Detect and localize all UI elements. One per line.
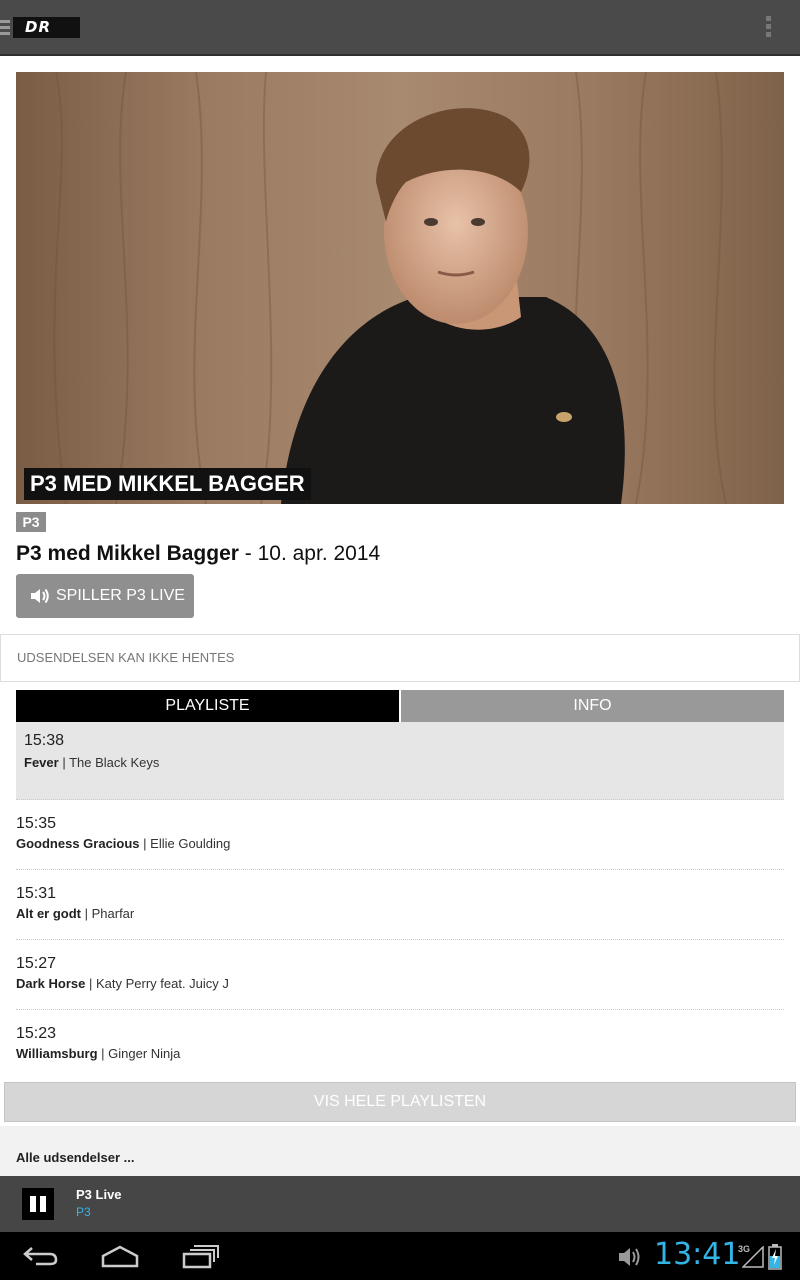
separator: | (58, 755, 70, 770)
playlist-time: 15:31 (16, 885, 57, 902)
pause-icon[interactable] (22, 1188, 54, 1220)
playlist-item[interactable]: 15:38 Fever | The Black Keys (16, 722, 784, 800)
playlist-item[interactable]: 15:27 Dark Horse | Katy Perry feat. Juic… (16, 940, 784, 1010)
song-artist: The Black Keys (69, 755, 160, 770)
show-title: P3 med Mikkel Bagger - 10. apr. 2014 (16, 542, 380, 566)
all-shows-link[interactable]: Alle udsendelser ... (0, 1126, 800, 1176)
playlist-song: Fever | The Black Keys (24, 755, 159, 770)
playlist-time: 15:38 (24, 732, 65, 749)
network-type: 3G (738, 1244, 751, 1254)
hero-caption: P3 MED MIKKEL BAGGER (24, 468, 311, 500)
playlist-time: 15:23 (16, 1025, 57, 1042)
song-title: Williamsburg (16, 1046, 98, 1061)
player-subtitle: P3 (76, 1205, 91, 1219)
channel-badge: P3 (16, 512, 46, 532)
playlist-song: Dark Horse | Katy Perry feat. Juicy J (16, 976, 229, 991)
song-title: Fever (24, 755, 59, 770)
volume-icon (619, 1248, 640, 1266)
speaker-icon (31, 588, 49, 604)
show-full-playlist-button[interactable]: VIS HELE PLAYLISTEN (4, 1082, 796, 1122)
dr-logo[interactable]: DR (13, 17, 80, 38)
playlist-time: 15:35 (16, 815, 57, 832)
date-separator: - (238, 542, 258, 565)
song-title: Alt er godt (16, 906, 81, 921)
playlist-song: Williamsburg | Ginger Ninja (16, 1046, 180, 1061)
play-live-label: SPILLER P3 LIVE (56, 587, 185, 604)
playlist-item[interactable]: 15:23 Williamsburg | Ginger Ninja (16, 1010, 784, 1076)
song-title: Goodness Gracious (16, 836, 140, 851)
play-live-button[interactable]: SPILLER P3 LIVE (16, 574, 194, 618)
playlist-item[interactable]: 15:31 Alt er godt | Pharfar (16, 870, 784, 940)
playlist-time: 15:27 (16, 955, 57, 972)
playlist-item[interactable]: 15:35 Goodness Gracious | Ellie Goulding (16, 800, 784, 870)
song-artist: Pharfar (91, 906, 135, 921)
back-icon[interactable] (22, 1244, 60, 1268)
tab-info[interactable]: INFO (401, 690, 784, 722)
hamburger-icon[interactable] (0, 20, 10, 36)
player-title: P3 Live (76, 1187, 122, 1202)
playlist-song: Alt er godt | Pharfar (16, 906, 134, 921)
show-name: P3 med Mikkel Bagger (16, 542, 239, 565)
battery-icon (768, 1244, 782, 1270)
tab-bar: PLAYLISTE INFO (16, 690, 784, 722)
separator: | (85, 976, 96, 991)
song-artist: Katy Perry feat. Juicy J (95, 976, 229, 991)
separator: | (139, 836, 151, 851)
show-hero-image: P3 MED MIKKEL BAGGER (16, 72, 784, 504)
home-icon[interactable] (100, 1244, 140, 1268)
app-bar: DR (0, 0, 800, 56)
separator: | (81, 906, 92, 921)
mini-player[interactable]: P3 Live P3 (0, 1176, 800, 1232)
recent-apps-icon[interactable] (182, 1245, 220, 1269)
song-artist: Ginger Ninja (108, 1046, 181, 1061)
download-notice: UDSENDELSEN KAN IKKE HENTES (0, 634, 800, 682)
playlist-song: Goodness Gracious | Ellie Goulding (16, 836, 230, 851)
status-clock: 13:41 (654, 1237, 741, 1272)
more-vert-icon[interactable] (760, 16, 776, 40)
tab-playlist[interactable]: PLAYLISTE (16, 690, 399, 722)
separator: | (97, 1046, 109, 1061)
song-artist: Ellie Goulding (150, 836, 231, 851)
song-title: Dark Horse (16, 976, 86, 991)
show-date: 10. apr. 2014 (257, 542, 381, 565)
